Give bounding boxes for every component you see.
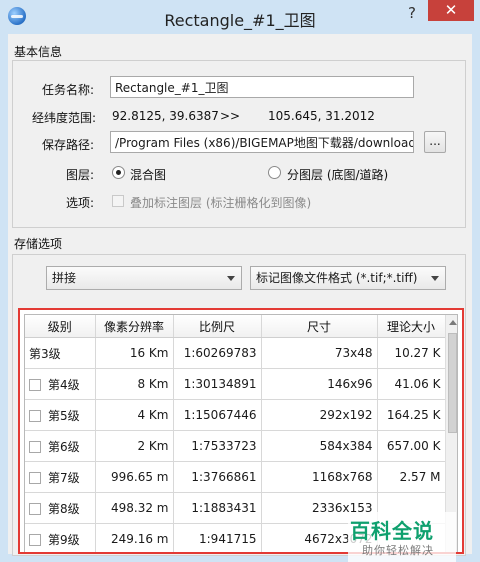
scroll-up-icon[interactable] <box>449 320 457 325</box>
level-label: 第6级 <box>48 439 80 454</box>
level-checkbox[interactable] <box>29 378 41 391</box>
theory-size-cell: 41.06 K <box>377 368 446 400</box>
watermark-subtitle: 助你轻松解决 <box>362 544 434 557</box>
help-button[interactable]: ? <box>400 2 424 24</box>
layer-mixed-radio[interactable] <box>112 166 125 179</box>
scale-cell: 1:3766861 <box>173 461 262 493</box>
level-cell: 第6级 <box>25 430 96 462</box>
resolution-cell: 4 Km <box>95 399 174 431</box>
task-name-input[interactable]: Rectangle_#1_卫图 <box>110 76 414 98</box>
table-header-row: 级别 像素分辨率 比例尺 尺寸 理论大小 <box>25 315 446 338</box>
size-cell: 1168x768 <box>261 461 378 493</box>
overlay-label-checkbox[interactable] <box>112 195 124 207</box>
chevron-down-icon <box>227 276 235 281</box>
layer-split-label: 分图层 (底图/道路) <box>287 168 389 182</box>
theory-size-cell: 2.57 M <box>377 461 446 493</box>
theory-size-cell: 657.00 K <box>377 430 446 462</box>
table-row[interactable]: 第5级 4 Km 1:15067446 292x192 164.25 K <box>25 399 446 431</box>
col-header-resolution[interactable]: 像素分辨率 <box>95 315 174 338</box>
level-checkbox[interactable] <box>29 533 41 546</box>
resolution-cell: 249.16 m <box>95 523 174 552</box>
scale-cell: 1:941715 <box>173 523 262 552</box>
level-label: 第8级 <box>48 501 80 516</box>
resolution-cell: 8 Km <box>95 368 174 400</box>
scale-cell: 1:15067446 <box>173 399 262 431</box>
table-row[interactable]: 第3级 16 Km 1:60269783 73x48 10.27 K <box>25 337 446 369</box>
level-cell: 第9级 <box>25 523 96 552</box>
scrollbar-thumb[interactable] <box>448 333 457 433</box>
theory-size-cell: 164.25 K <box>377 399 446 431</box>
save-path-input[interactable]: /Program Files (x86)/BIGEMAP地图下载器/downlo… <box>110 131 414 153</box>
col-header-level[interactable]: 级别 <box>25 315 96 338</box>
resolution-cell: 2 Km <box>95 430 174 462</box>
level-cell: 第8级 <box>25 492 96 524</box>
task-name-label: 任务名称: <box>42 83 95 97</box>
scale-cell: 1:1883431 <box>173 492 262 524</box>
range-to-value: 105.645, 31.2012 <box>268 109 375 123</box>
resolution-cell: 498.32 m <box>95 492 174 524</box>
col-header-theory-size[interactable]: 理论大小 <box>377 315 446 338</box>
level-cell: 第3级 <box>25 337 96 369</box>
range-from-value: 92.8125, 39.6387 <box>112 109 219 123</box>
level-checkbox[interactable] <box>29 409 41 422</box>
watermark-title: 百科全说 <box>350 519 434 543</box>
options-label: 选项: <box>66 196 95 210</box>
table-row[interactable]: 第4级 8 Km 1:30134891 146x96 41.06 K <box>25 368 446 400</box>
resolution-cell: 16 Km <box>95 337 174 369</box>
overlay-label-text: 叠加标注图层 (标注栅格化到图像) <box>130 196 312 210</box>
storage-options-title: 存储选项 <box>14 237 63 251</box>
title-bar: Rectangle_#1_卫图 ? ✕ <box>0 0 480 34</box>
storage-mode-value: 拼接 <box>52 271 77 285</box>
level-label: 第7级 <box>48 470 80 485</box>
level-label: 第5级 <box>48 408 80 423</box>
col-header-scale[interactable]: 比例尺 <box>173 315 262 338</box>
layer-mixed-label: 混合图 <box>130 168 167 182</box>
file-format-select[interactable]: 标记图像文件格式 (*.tif;*.tiff) <box>250 266 446 290</box>
close-button[interactable]: ✕ <box>428 0 474 21</box>
export-dialog: Rectangle_#1_卫图 ? ✕ 基本信息 任务名称: Rectangle… <box>0 0 480 562</box>
browse-button[interactable]: ... <box>424 131 446 153</box>
level-cell: 第7级 <box>25 461 96 493</box>
dialog-client: 基本信息 任务名称: Rectangle_#1_卫图 经纬度范围: 92.812… <box>8 34 472 562</box>
scale-cell: 1:7533723 <box>173 430 262 462</box>
watermark: 百科全说 助你轻松解决 <box>348 512 456 562</box>
size-cell: 292x192 <box>261 399 378 431</box>
level-label: 第4级 <box>48 377 80 392</box>
size-cell: 146x96 <box>261 368 378 400</box>
col-header-size[interactable]: 尺寸 <box>261 315 378 338</box>
file-format-value: 标记图像文件格式 (*.tif;*.tiff) <box>256 271 418 285</box>
level-checkbox[interactable] <box>29 471 41 484</box>
level-label: 第9级 <box>48 532 80 547</box>
chevron-down-icon <box>431 276 439 281</box>
scale-cell: 1:30134891 <box>173 368 262 400</box>
level-cell: 第5级 <box>25 399 96 431</box>
resolution-cell: 996.65 m <box>95 461 174 493</box>
table-row[interactable]: 第6级 2 Km 1:7533723 584x384 657.00 K <box>25 430 446 462</box>
basic-info-title: 基本信息 <box>14 45 63 59</box>
scale-cell: 1:60269783 <box>173 337 262 369</box>
level-checkbox[interactable] <box>29 440 41 453</box>
layer-label: 图层: <box>66 168 95 182</box>
range-arrow: >> <box>220 109 241 123</box>
layer-split-radio[interactable] <box>268 166 281 179</box>
size-cell: 584x384 <box>261 430 378 462</box>
save-path-label: 保存路径: <box>42 138 95 152</box>
theory-size-cell: 10.27 K <box>377 337 446 369</box>
level-checkbox[interactable] <box>29 502 41 515</box>
storage-mode-select[interactable]: 拼接 <box>46 266 242 290</box>
level-cell: 第4级 <box>25 368 96 400</box>
size-cell: 73x48 <box>261 337 378 369</box>
range-label: 经纬度范围: <box>32 111 97 125</box>
table-row[interactable]: 第7级 996.65 m 1:3766861 1168x768 2.57 M <box>25 461 446 493</box>
